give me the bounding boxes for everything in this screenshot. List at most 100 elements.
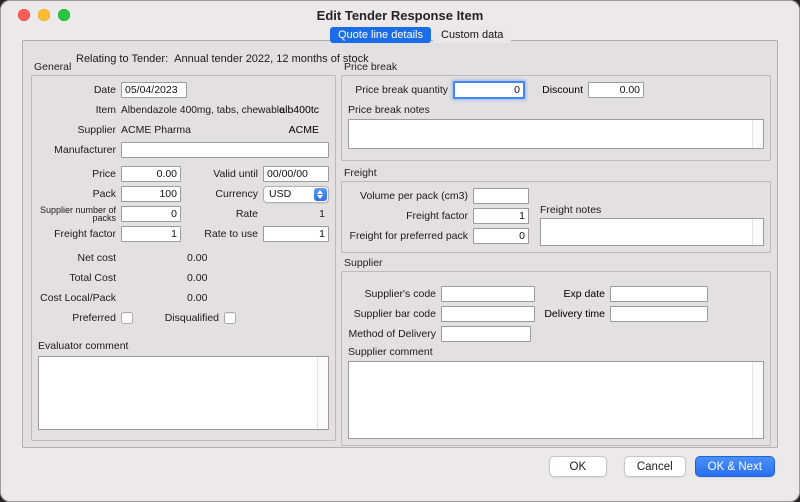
exp-date-label: Exp date	[543, 288, 605, 300]
discount-label: Discount	[533, 84, 583, 96]
price-break-notes-textarea[interactable]	[348, 119, 764, 149]
supplier-group: Supplier Supplier's code Exp date Suppli…	[341, 258, 771, 446]
price-break-quantity-row: Price break quantity Discount	[348, 82, 764, 98]
currency-select[interactable]: USD	[263, 186, 329, 203]
freight-group: Freight Volume per pack (cm3) Freight fa…	[341, 168, 771, 253]
tab-custom-data[interactable]: Custom data	[433, 27, 511, 43]
freight-factor-row: Freight factor Rate to use	[38, 226, 329, 242]
supplier-code: ACME	[289, 124, 319, 136]
evaluator-comment-label: Evaluator comment	[38, 340, 329, 353]
disqualified-label: Disqualified	[133, 312, 219, 324]
date-input[interactable]	[121, 82, 187, 98]
price-break-quantity-label: Price break quantity	[348, 84, 448, 96]
traffic-lights	[18, 9, 70, 21]
currency-stepper-icon	[314, 188, 327, 201]
freight-factor-label-2: Freight factor	[348, 210, 468, 222]
total-cost-label: Total Cost	[38, 272, 116, 284]
price-break-group-title: Price break	[344, 62, 771, 73]
general-group: General Date Item Albendazole 400mg, tab…	[31, 62, 336, 441]
supplier-value: ACME Pharma	[121, 124, 191, 136]
price-input[interactable]	[121, 166, 181, 182]
pack-input[interactable]	[121, 186, 181, 202]
general-group-title: General	[34, 62, 336, 73]
cost-local-pack-row: Cost Local/Pack 0.00	[38, 290, 329, 306]
supplier-group-box: Supplier's code Exp date Supplier bar co…	[341, 271, 771, 446]
preferred-checkbox[interactable]	[121, 312, 133, 324]
discount-input[interactable]	[588, 82, 644, 98]
freight-notes-textarea[interactable]	[540, 218, 764, 246]
valid-until-label: Valid until	[181, 168, 258, 180]
item-value: Albendazole 400mg, tabs, chewable	[121, 105, 285, 116]
method-of-delivery-label: Method of Delivery	[348, 328, 436, 340]
date-label: Date	[38, 84, 116, 96]
manufacturer-label: Manufacturer	[38, 144, 116, 156]
cancel-button[interactable]: Cancel	[624, 456, 686, 477]
volume-per-pack-input[interactable]	[473, 188, 529, 204]
ok-button[interactable]: OK	[549, 456, 607, 477]
freight-factor-label: Freight factor	[38, 228, 116, 240]
ok-next-button[interactable]: OK & Next	[695, 456, 775, 477]
footer: OK Cancel OK & Next	[0, 456, 775, 477]
valid-until-input[interactable]	[263, 166, 329, 182]
net-cost-value: 0.00	[187, 252, 207, 264]
close-window-icon[interactable]	[18, 9, 30, 21]
fullscreen-window-icon[interactable]	[58, 9, 70, 21]
supplier-bar-code-label: Supplier bar code	[348, 308, 436, 320]
disqualified-checkbox[interactable]	[224, 312, 236, 324]
rate-to-use-label: Rate to use	[181, 228, 258, 240]
manufacturer-row: Manufacturer	[38, 142, 329, 158]
method-of-delivery-row: Method of Delivery	[348, 326, 764, 342]
freight-factor-input[interactable]	[121, 226, 181, 242]
dialog-panel: Relating to Tender:Annual tender 2022, 1…	[22, 40, 778, 448]
supplier-label: Supplier	[38, 124, 116, 136]
rate-to-use-input[interactable]	[263, 226, 329, 242]
supplier-packs-input[interactable]	[121, 206, 181, 222]
minimize-window-icon[interactable]	[38, 9, 50, 21]
supplier-bar-code-input[interactable]	[441, 306, 535, 322]
tab-quote-line-details[interactable]: Quote line details	[330, 27, 431, 43]
pack-label: Pack	[38, 188, 116, 200]
price-break-quantity-input[interactable]	[453, 81, 525, 99]
volume-per-pack-label: Volume per pack (cm3)	[348, 190, 468, 202]
method-of-delivery-input[interactable]	[441, 326, 531, 342]
vertical-scrollbar[interactable]	[752, 219, 763, 245]
freight-factor-input-2[interactable]	[473, 208, 529, 224]
delivery-time-label: Delivery time	[543, 308, 605, 320]
supplier-packs-label: Supplier number of packs	[38, 206, 116, 223]
vertical-scrollbar[interactable]	[752, 120, 763, 148]
freight-preferred-pack-label: Freight for preferred pack	[348, 230, 468, 242]
price-break-group-box: Price break quantity Discount Price brea…	[341, 75, 771, 161]
delivery-time-input[interactable]	[610, 306, 708, 322]
price-row: Price Valid until	[38, 166, 329, 182]
supplier-packs-row: Supplier number of packs Rate 1	[38, 206, 329, 222]
edit-tender-response-dialog: Edit Tender Response Item Relating to Te…	[0, 0, 800, 502]
tab-bar: Quote line details Custom data	[330, 27, 511, 43]
price-break-group: Price break Price break quantity Discoun…	[341, 62, 771, 161]
supplier-comment-textarea[interactable]	[348, 361, 764, 439]
item-code: alb400tc	[279, 104, 319, 116]
supplier-comment-label: Supplier comment	[348, 346, 764, 359]
net-cost-label: Net cost	[38, 252, 116, 264]
price-label: Price	[38, 168, 116, 180]
price-break-notes-text[interactable]	[349, 120, 763, 148]
evaluator-comment-textarea[interactable]	[38, 356, 329, 430]
exp-date-input[interactable]	[610, 286, 708, 302]
supplier-comment-text[interactable]	[349, 362, 763, 438]
pack-row: Pack Currency USD	[38, 186, 329, 202]
vertical-scrollbar[interactable]	[752, 362, 763, 438]
vertical-scrollbar[interactable]	[317, 357, 328, 429]
preferred-label: Preferred	[38, 312, 116, 324]
freight-preferred-pack-input[interactable]	[473, 228, 529, 244]
volume-per-pack-row: Volume per pack (cm3)	[348, 188, 764, 204]
freight-notes-text[interactable]	[541, 219, 763, 245]
cost-local-pack-value: 0.00	[187, 292, 207, 304]
titlebar: Edit Tender Response Item	[0, 0, 800, 28]
date-row: Date	[38, 82, 329, 98]
supplier-row: Supplier ACME Pharma ACME	[38, 122, 329, 138]
manufacturer-input[interactable]	[121, 142, 329, 158]
supplier-code-row: Supplier's code Exp date	[348, 286, 764, 302]
evaluator-comment-text[interactable]	[39, 357, 328, 429]
supplier-bar-code-row: Supplier bar code Delivery time	[348, 306, 764, 322]
suppliers-code-input[interactable]	[441, 286, 535, 302]
item-label: Item	[38, 104, 116, 116]
